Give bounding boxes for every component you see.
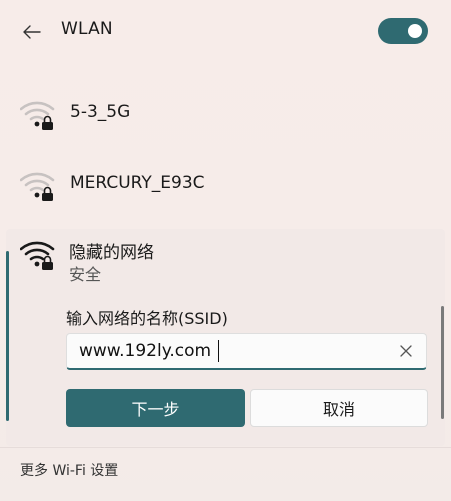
toggle-knob [408, 24, 422, 38]
next-button[interactable]: 下一步 [66, 389, 245, 427]
wifi-secured-icon [20, 101, 55, 130]
wifi-secured-icon [20, 172, 55, 201]
network-name: 5-3_5G [70, 102, 131, 122]
text-caret [218, 340, 219, 362]
ssid-input[interactable] [79, 340, 379, 362]
hidden-network-panel: 隐藏的网络 安全 输入网络的名称(SSID) 下一步 取消 [6, 229, 445, 446]
ssid-label: 输入网络的名称(SSID) [66, 309, 228, 328]
page-title: WLAN [61, 19, 113, 39]
network-item[interactable]: 5-3_5G [0, 89, 451, 139]
header: WLAN [0, 0, 451, 62]
network-name: MERCURY_E93C [70, 173, 205, 193]
cancel-button[interactable]: 取消 [250, 389, 428, 427]
selection-indicator [6, 251, 9, 421]
ssid-field[interactable] [66, 333, 427, 370]
clear-icon[interactable] [398, 343, 414, 359]
security-status: 安全 [69, 265, 102, 284]
footer-divider [0, 447, 451, 448]
wifi-secured-icon [20, 241, 55, 270]
scrollbar[interactable] [441, 306, 444, 419]
hidden-network-name: 隐藏的网络 [69, 243, 154, 263]
back-button[interactable] [20, 20, 44, 44]
back-arrow-icon [23, 25, 41, 39]
more-wifi-settings-link[interactable]: 更多 Wi-Fi 设置 [20, 460, 118, 480]
network-item[interactable]: MERCURY_E93C [0, 160, 451, 210]
wlan-toggle[interactable] [378, 18, 428, 44]
